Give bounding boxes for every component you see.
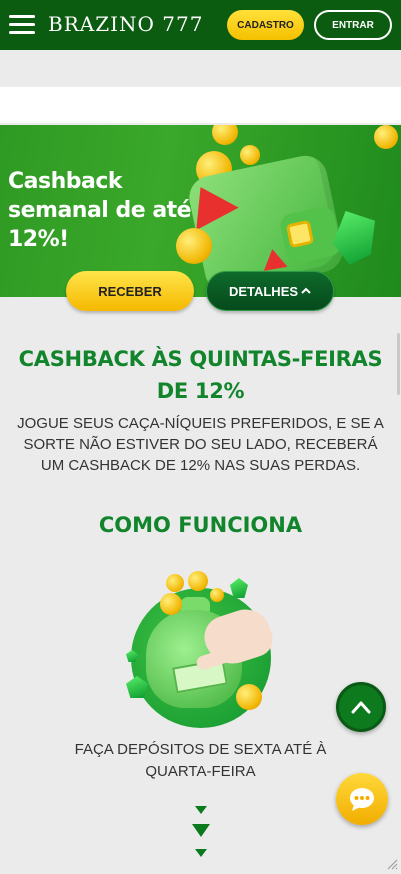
como-funciona-title: COMO FUNCIONA — [98, 513, 303, 537]
hamburger-menu-icon[interactable] — [9, 15, 35, 35]
step-1-text: FAÇA DEPÓSITOS DE SEXTA ATÉ À QUARTA-FEI… — [74, 741, 327, 780]
brand-logo[interactable]: BRAZINO 777 — [48, 12, 203, 36]
section-description: JOGUE SEUS CAÇA-NÍQUEIS PREFERIDOS, E SE… — [17, 415, 384, 474]
coin-icon — [188, 571, 208, 591]
section-title: CASHBACK ÀS QUINTAS-FEIRAS DE 12% — [18, 347, 383, 403]
coin-icon — [240, 145, 260, 165]
wallet-clasp — [285, 219, 315, 249]
banner-title-line1: Cashback — [8, 169, 123, 194]
top-header: BRAZINO 777 CADASTRO ENTRAR — [0, 0, 401, 50]
chat-button[interactable] — [336, 773, 388, 825]
resize-grip-icon[interactable] — [386, 858, 398, 870]
entrar-button[interactable]: ENTRAR — [314, 10, 392, 40]
coin-icon — [166, 574, 184, 592]
banner-title-line2: semanal de até — [8, 198, 192, 223]
arrow-down-icon — [192, 824, 210, 837]
detalhes-button[interactable]: DETALHES — [206, 271, 334, 311]
detalhes-label: DETALHES — [228, 283, 299, 299]
coin-icon — [374, 125, 398, 149]
coin-icon — [210, 588, 224, 602]
coin-icon — [236, 684, 262, 710]
chevron-up-icon — [301, 287, 311, 294]
arrow-down-icon — [195, 849, 207, 857]
scroll-to-top-button[interactable] — [336, 682, 386, 732]
coin-icon — [212, 125, 238, 145]
coin-icon — [160, 593, 182, 615]
chevron-up-icon — [351, 701, 371, 714]
receber-button[interactable]: RECEBER — [66, 271, 194, 311]
cadastro-button[interactable]: CADASTRO — [227, 10, 304, 40]
red-arrow-icon — [260, 247, 288, 271]
coin-icon — [176, 228, 212, 264]
chat-icon — [350, 788, 374, 811]
empty-strip — [0, 87, 401, 123]
cashback-banner: Cashback semanal de até 12%! — [0, 125, 401, 297]
arrow-down-icon — [195, 806, 207, 814]
